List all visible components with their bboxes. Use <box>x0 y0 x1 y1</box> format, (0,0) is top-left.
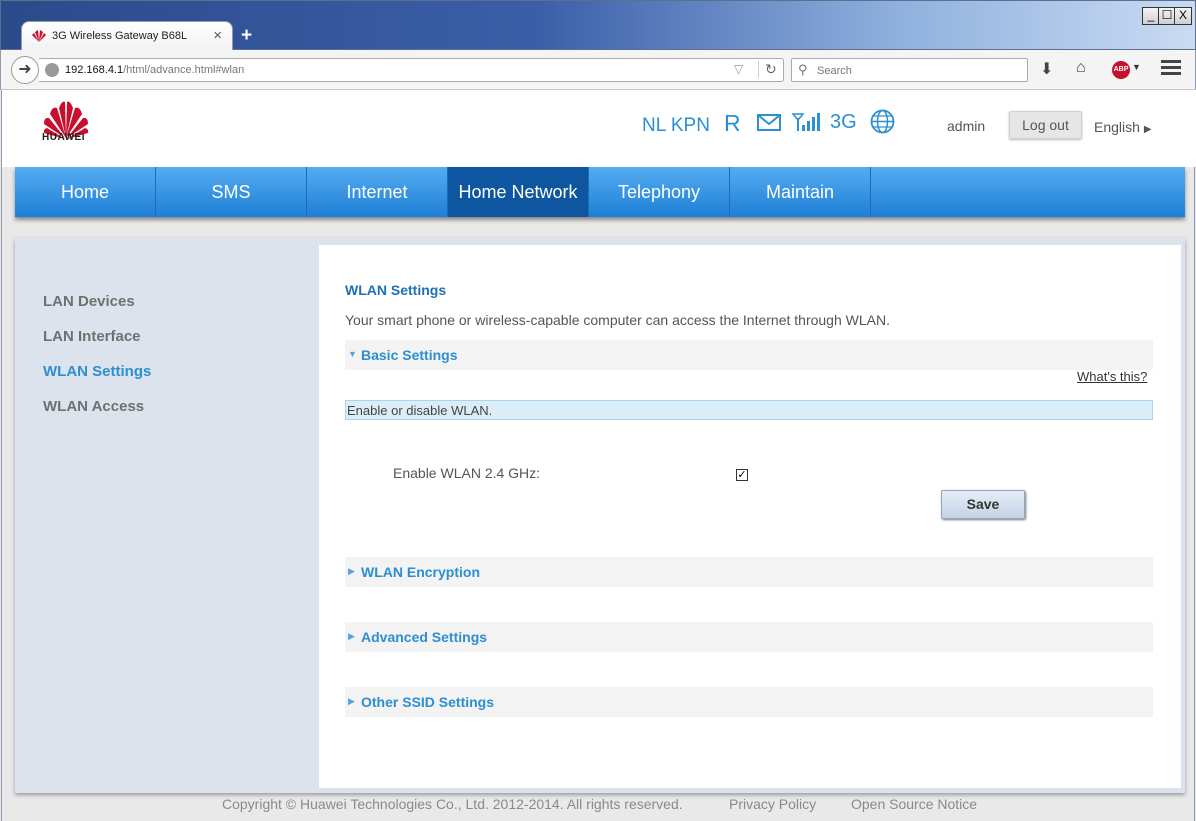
adblock-dropdown-icon[interactable]: ▼ <box>1132 62 1141 72</box>
page-title: WLAN Settings <box>345 282 447 298</box>
enable-wlan-checkbox[interactable]: ✓ <box>736 469 748 481</box>
browser-toolbar: ➜ 192.168.4.1/html/advance.html#wlan ▽ ↻… <box>0 50 1196 90</box>
page-header: HUAWEI NL KPN R 3G admin Log out English… <box>2 90 1196 167</box>
chevron-right-icon: ▶ <box>1143 124 1152 135</box>
nav-telephony[interactable]: Telephony <box>589 167 730 217</box>
page-description: Your smart phone or wireless-capable com… <box>345 312 890 328</box>
copyright-text: Copyright © Huawei Technologies Co., Ltd… <box>222 796 683 812</box>
sidebar-item-lan-interface[interactable]: LAN Interface <box>43 328 141 345</box>
site-identity-icon[interactable] <box>45 63 59 77</box>
tab-title: 3G Wireless Gateway B68L <box>52 30 188 42</box>
browser-tab[interactable]: 3G Wireless Gateway B68L × <box>21 21 233 51</box>
content-area: LAN Devices LAN Interface WLAN Settings … <box>15 238 1185 793</box>
network-type-indicator: 3G <box>830 111 857 133</box>
advanced-settings-label: Advanced Settings <box>361 629 488 645</box>
nav-home[interactable]: Home <box>15 167 156 217</box>
nav-maintain[interactable]: Maintain <box>730 167 871 217</box>
browser-titlebar: 3G Wireless Gateway B68L × + _ ☐ X <box>0 0 1196 51</box>
huawei-logo-text: HUAWEI <box>42 132 85 143</box>
open-source-notice-link[interactable]: Open Source Notice <box>851 796 977 812</box>
advanced-settings-header[interactable]: ▶ Advanced Settings <box>345 622 1153 652</box>
search-icon: ⚲ <box>798 62 808 77</box>
sidebar-item-lan-devices[interactable]: LAN Devices <box>43 293 135 310</box>
privacy-policy-link[interactable]: Privacy Policy <box>729 796 816 812</box>
chevron-right-icon: ▶ <box>348 566 355 576</box>
search-input[interactable]: ⚲ Search <box>791 58 1028 82</box>
signal-strength-icon <box>792 113 820 131</box>
save-button[interactable]: Save <box>941 490 1025 519</box>
url-bar[interactable]: 192.168.4.1/html/advance.html#wlan ▽ ↻ <box>39 58 784 82</box>
sidebar-item-wlan-access[interactable]: WLAN Access <box>43 398 144 415</box>
wlan-encryption-header[interactable]: ▶ WLAN Encryption <box>345 557 1153 587</box>
hamburger-menu-icon[interactable] <box>1161 60 1181 80</box>
url-text[interactable]: 192.168.4.1/html/advance.html#wlan <box>65 64 244 76</box>
wlan-encryption-label: WLAN Encryption <box>361 564 480 580</box>
nav-home-network[interactable]: Home Network <box>448 167 589 217</box>
nav-sms[interactable]: SMS <box>156 167 307 217</box>
download-icon[interactable]: ⬇ <box>1040 59 1053 79</box>
main-panel: WLAN Settings Your smart phone or wirele… <box>319 245 1181 788</box>
huawei-favicon-icon <box>32 30 46 42</box>
sidebar-item-wlan-settings[interactable]: WLAN Settings <box>43 363 151 380</box>
back-arrow-icon: ➜ <box>18 61 32 78</box>
internet-globe-icon <box>870 109 895 134</box>
operator-name: NL KPN <box>642 115 710 136</box>
username-label: admin <box>947 118 986 134</box>
roaming-indicator: R <box>724 110 741 136</box>
other-ssid-settings-header[interactable]: ▶ Other SSID Settings <box>345 687 1153 717</box>
router-page: HUAWEI NL KPN R 3G admin Log out English… <box>1 90 1196 821</box>
close-tab-icon[interactable]: × <box>213 27 222 44</box>
new-tab-button[interactable]: + <box>241 25 252 47</box>
reload-icon[interactable]: ↻ <box>758 61 777 78</box>
enable-wlan-label: Enable WLAN 2.4 GHz: <box>393 465 541 481</box>
help-notice: Enable or disable WLAN. <box>345 400 1153 420</box>
adblock-icon[interactable]: ABP <box>1112 61 1130 79</box>
chevron-right-icon: ▶ <box>348 631 355 641</box>
other-ssid-settings-label: Other SSID Settings <box>361 694 495 710</box>
main-nav: Home SMS Internet Home Network Telephony… <box>15 167 1185 217</box>
basic-settings-label: Basic Settings <box>361 347 458 363</box>
basic-settings-header[interactable]: ▼ Basic Settings <box>345 340 1153 370</box>
url-history-dropdown-icon[interactable]: ▽ <box>734 62 743 76</box>
mail-icon[interactable] <box>757 114 781 131</box>
back-button[interactable]: ➜ <box>11 56 39 84</box>
close-window-button[interactable]: X <box>1174 7 1192 25</box>
chevron-down-icon: ▼ <box>348 349 357 359</box>
whats-this-link[interactable]: What's this? <box>1077 369 1147 384</box>
logout-button[interactable]: Log out <box>1009 111 1082 139</box>
nav-internet[interactable]: Internet <box>307 167 448 217</box>
chevron-right-icon: ▶ <box>348 696 355 706</box>
search-placeholder: Search <box>817 65 852 77</box>
home-icon[interactable]: ⌂ <box>1076 59 1086 77</box>
language-selector[interactable]: English ▶ <box>1094 119 1152 135</box>
